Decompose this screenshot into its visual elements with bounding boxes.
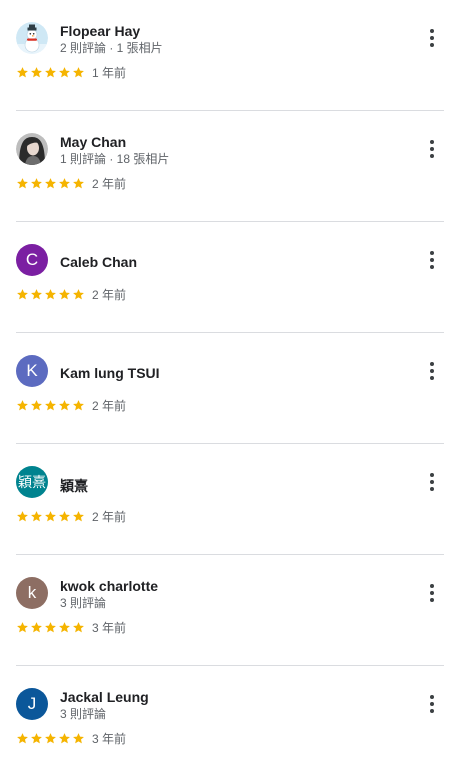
star-icon	[31, 177, 42, 188]
star-icon	[31, 732, 42, 743]
star-icon	[73, 66, 84, 77]
more-options-icon[interactable]	[420, 359, 444, 383]
star-icon	[17, 177, 28, 188]
more-options-icon[interactable]	[420, 470, 444, 494]
review-item: J Jackal Leung 3 則評論 3 年前	[16, 666, 444, 777]
star-icon	[73, 621, 84, 632]
rating-row: 1 年前	[16, 64, 126, 80]
review-time: 1 年前	[92, 65, 127, 80]
rating-row: 2 年前	[16, 397, 126, 413]
star-icon	[31, 510, 42, 521]
star-icon	[17, 399, 28, 410]
reviewer-avatar[interactable]	[16, 22, 48, 54]
star-icon	[45, 621, 56, 632]
rating-row: 3 年前	[16, 619, 126, 635]
reviewer-name[interactable]: 穎熹	[60, 476, 88, 496]
star-rating	[16, 66, 86, 79]
person-photo-icon	[16, 133, 48, 165]
reviewer-name[interactable]: May Chan	[60, 134, 126, 150]
reviewer-name[interactable]: Caleb Chan	[60, 254, 137, 270]
review-time: 3 年前	[92, 620, 127, 635]
more-options-icon[interactable]	[420, 137, 444, 161]
review-time: 2 年前	[92, 398, 127, 413]
star-icon	[45, 66, 56, 77]
snowman-photo-icon	[16, 22, 48, 54]
reviewer-stats: 3 則評論	[60, 596, 107, 610]
star-icon	[31, 288, 42, 299]
review-item: k kwok charlotte 3 則評論 3 年前	[16, 555, 444, 666]
star-icon	[59, 288, 70, 299]
star-rating	[16, 177, 86, 190]
star-icon	[45, 399, 56, 410]
review-item: Flopear Hay 2 則評論 · 1 張相片 1 年前	[16, 0, 444, 111]
star-icon	[17, 66, 28, 77]
star-rating	[16, 732, 86, 745]
star-icon	[45, 288, 56, 299]
review-item: May Chan 1 則評論 · 18 張相片 2 年前	[16, 111, 444, 222]
reviewer-name[interactable]: Flopear Hay	[60, 23, 140, 39]
star-icon	[73, 510, 84, 521]
review-time: 3 年前	[92, 731, 127, 746]
star-icon	[31, 621, 42, 632]
more-options-icon[interactable]	[420, 26, 444, 50]
reviewer-avatar[interactable]: 穎熹	[16, 466, 48, 498]
reviewer-name[interactable]: Jackal Leung	[60, 689, 149, 705]
star-icon	[17, 288, 28, 299]
star-icon	[73, 288, 84, 299]
star-icon	[59, 732, 70, 743]
reviewer-name[interactable]: kwok charlotte	[60, 578, 158, 594]
reviewer-avatar[interactable]: k	[16, 577, 48, 609]
reviewer-name[interactable]: Kam lung TSUI	[60, 365, 160, 381]
reviewer-avatar[interactable]: J	[16, 688, 48, 720]
star-icon	[59, 399, 70, 410]
star-rating	[16, 399, 86, 412]
star-rating	[16, 510, 86, 523]
star-icon	[45, 177, 56, 188]
more-options-icon[interactable]	[420, 692, 444, 716]
more-options-icon[interactable]	[420, 248, 444, 272]
review-list: Flopear Hay 2 則評論 · 1 張相片 1 年前 May Chan …	[0, 0, 450, 777]
star-icon	[45, 732, 56, 743]
star-rating	[16, 288, 86, 301]
star-icon	[31, 66, 42, 77]
star-icon	[17, 732, 28, 743]
star-icon	[45, 510, 56, 521]
reviewer-avatar[interactable]	[16, 133, 48, 165]
reviewer-stats: 1 則評論 · 18 張相片	[60, 152, 170, 166]
rating-row: 2 年前	[16, 175, 126, 191]
star-icon	[73, 399, 84, 410]
review-item: K Kam lung TSUI 2 年前	[16, 333, 444, 444]
rating-row: 2 年前	[16, 508, 126, 524]
reviewer-avatar[interactable]: K	[16, 355, 48, 387]
star-icon	[73, 177, 84, 188]
star-icon	[31, 399, 42, 410]
more-options-icon[interactable]	[420, 581, 444, 605]
review-item: C Caleb Chan 2 年前	[16, 222, 444, 333]
reviewer-stats: 3 則評論	[60, 707, 107, 721]
star-icon	[73, 732, 84, 743]
star-icon	[59, 66, 70, 77]
reviewer-stats: 2 則評論 · 1 張相片	[60, 41, 163, 55]
review-time: 2 年前	[92, 176, 127, 191]
rating-row: 2 年前	[16, 286, 126, 302]
star-icon	[59, 177, 70, 188]
review-time: 2 年前	[92, 509, 127, 524]
reviewer-avatar[interactable]: C	[16, 244, 48, 276]
review-item: 穎熹 穎熹 2 年前	[16, 444, 444, 555]
star-icon	[17, 621, 28, 632]
star-icon	[59, 621, 70, 632]
rating-row: 3 年前	[16, 730, 126, 746]
star-icon	[17, 510, 28, 521]
star-icon	[59, 510, 70, 521]
review-time: 2 年前	[92, 287, 127, 302]
star-rating	[16, 621, 86, 634]
